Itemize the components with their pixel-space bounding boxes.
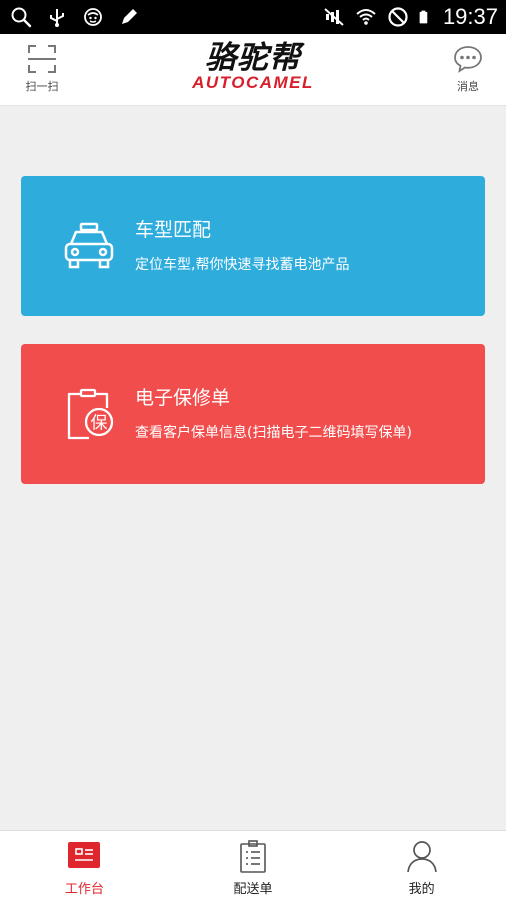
autocamel-logo: 骆驼帮 AUTOCAMEL — [168, 40, 338, 100]
nav-label-delivery-orders: 配送单 — [233, 882, 273, 897]
status-bar-left — [10, 6, 140, 28]
mute-icon — [324, 8, 344, 26]
workbench-icon — [68, 842, 101, 868]
battery-icon — [419, 10, 428, 24]
status-bar: 19:37 — [0, 0, 506, 34]
message-button[interactable]: 消息 — [446, 44, 490, 98]
logo-chinese-text: 骆驼帮 — [205, 40, 301, 76]
user-icon — [406, 841, 437, 873]
nav-label-workbench: 工作台 — [64, 882, 104, 897]
nav-label-profile: 我的 — [408, 882, 435, 897]
app-icon — [84, 8, 102, 26]
vehicle-match-text: 车型匹配 定位车型,帮你快速寻找蓄电池产品 — [135, 217, 349, 275]
nav-item-profile[interactable]: 我的 — [337, 831, 506, 900]
scan-button[interactable]: 扫一扫 — [18, 44, 66, 98]
do-not-disturb-icon — [388, 7, 408, 27]
e-warranty-title: 电子保修单 — [135, 387, 231, 409]
wifi-icon — [356, 9, 376, 25]
scan-icon — [28, 45, 56, 73]
nav-item-workbench[interactable]: 工作台 — [0, 831, 169, 900]
pencil-icon — [122, 9, 137, 24]
car-icon — [64, 222, 114, 269]
vehicle-match-title: 车型匹配 — [135, 219, 212, 241]
e-warranty-description: 查看客户保单信息(扫描电子二维码填写保单) — [135, 425, 412, 441]
status-bar-right: 19:37 — [323, 4, 498, 30]
vehicle-match-card[interactable]: 车型匹配 定位车型,帮你快速寻找蓄电池产品 — [21, 176, 485, 316]
message-label: 消息 — [457, 80, 479, 93]
clipboard-icon — [240, 840, 266, 873]
e-warranty-text: 电子保修单 查看客户保单信息(扫描电子二维码填写保单) — [135, 385, 412, 443]
scan-label: 扫一扫 — [25, 80, 59, 93]
chat-bubble-icon — [454, 46, 482, 73]
app-header: 扫一扫 骆驼帮 AUTOCAMEL 消息 — [0, 34, 506, 106]
e-warranty-card[interactable]: 保 电子保修单 查看客户保单信息(扫描电子二维码填写保单) — [21, 344, 485, 484]
usb-icon — [50, 9, 64, 27]
nav-item-delivery-orders[interactable]: 配送单 — [169, 831, 338, 900]
vehicle-match-description: 定位车型,帮你快速寻找蓄电池产品 — [135, 257, 350, 273]
logo-english-text: AUTOCAMEL — [192, 73, 314, 92]
clock-time: 19:37 — [442, 4, 498, 29]
search-icon — [11, 7, 32, 28]
warranty-icon-character: 保 — [91, 414, 108, 434]
bottom-navigation: 工作台 配送单 我的 — [0, 830, 506, 900]
warranty-clipboard-icon: 保 — [67, 388, 114, 440]
